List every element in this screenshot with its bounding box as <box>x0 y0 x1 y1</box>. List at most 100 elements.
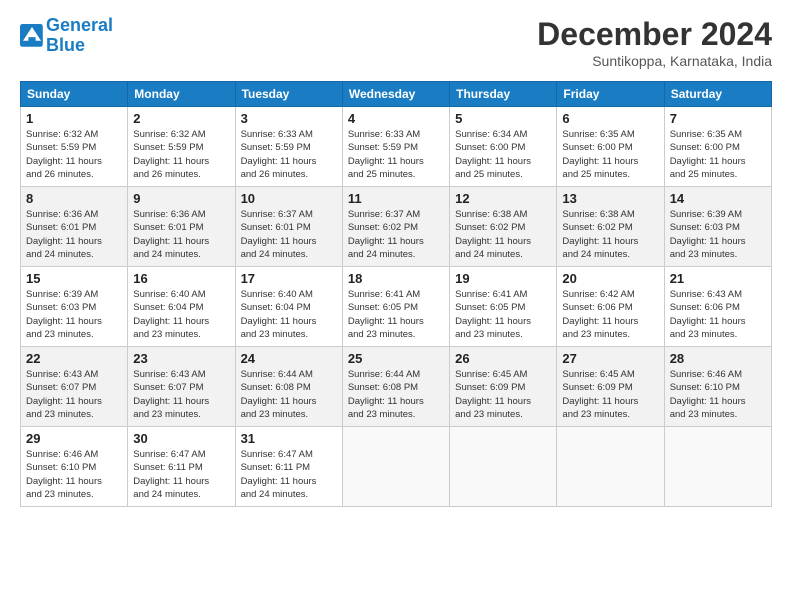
day-number: 16 <box>133 271 229 286</box>
day-info: Sunrise: 6:38 AMSunset: 6:02 PMDaylight:… <box>455 208 551 261</box>
day-info: Sunrise: 6:44 AMSunset: 6:08 PMDaylight:… <box>241 368 337 421</box>
calendar-cell: 17 Sunrise: 6:40 AMSunset: 6:04 PMDayligh… <box>235 267 342 347</box>
calendar-week-row: 29Sunrise: 6:46 AMSunset: 6:10 PMDayligh… <box>21 427 772 507</box>
day-info: Sunrise: 6:45 AMSunset: 6:09 PMDaylight:… <box>455 368 551 421</box>
day-info: Sunrise: 6:44 AMSunset: 6:08 PMDaylight:… <box>348 368 444 421</box>
calendar-cell: 1Sunrise: 6:32 AMSunset: 5:59 PMDaylight… <box>21 107 128 187</box>
calendar-cell: 5 Sunrise: 6:34 AMSunset: 6:00 PMDaylight… <box>450 107 557 187</box>
day-number: 27 <box>562 351 658 366</box>
day-number: 3 <box>241 111 337 126</box>
logo-blue: Blue <box>46 35 85 55</box>
calendar-cell: 30 Sunrise: 6:47 AMSunset: 6:11 PMDayligh… <box>128 427 235 507</box>
day-info: Sunrise: 6:40 AMSunset: 6:04 PMDaylight:… <box>241 288 337 341</box>
calendar-table: SundayMondayTuesdayWednesdayThursdayFrid… <box>20 81 772 507</box>
calendar-cell: 12 Sunrise: 6:38 AMSunset: 6:02 PMDayligh… <box>450 187 557 267</box>
calendar-cell: 23Sunrise: 6:43 AMSunset: 6:07 PMDayligh… <box>128 347 235 427</box>
calendar-header-row: SundayMondayTuesdayWednesdayThursdayFrid… <box>21 82 772 107</box>
calendar-cell: 31 Sunrise: 6:47 AMSunset: 6:11 PMDayligh… <box>235 427 342 507</box>
day-number: 15 <box>26 271 122 286</box>
day-info: Sunrise: 6:43 AMSunset: 6:07 PMDaylight:… <box>133 368 229 421</box>
calendar-cell: 13Sunrise: 6:38 AMSunset: 6:02 PMDayligh… <box>557 187 664 267</box>
calendar-cell: 3 Sunrise: 6:33 AMSunset: 5:59 PMDaylight… <box>235 107 342 187</box>
day-number: 17 <box>241 271 337 286</box>
weekday-header: Friday <box>557 82 664 107</box>
weekday-header: Monday <box>128 82 235 107</box>
calendar-cell: 19 Sunrise: 6:41 AMSunset: 6:05 PMDayligh… <box>450 267 557 347</box>
calendar-cell: 29Sunrise: 6:46 AMSunset: 6:10 PMDayligh… <box>21 427 128 507</box>
day-info: Sunrise: 6:46 AMSunset: 6:10 PMDaylight:… <box>670 368 766 421</box>
logo-icon <box>20 24 44 48</box>
calendar-cell: 26Sunrise: 6:45 AMSunset: 6:09 PMDayligh… <box>450 347 557 427</box>
month-title: December 2024 <box>537 16 772 53</box>
calendar-cell: 21 Sunrise: 6:43 AMSunset: 6:06 PMDayligh… <box>664 267 771 347</box>
day-number: 11 <box>348 191 444 206</box>
calendar-cell: 25Sunrise: 6:44 AMSunset: 6:08 PMDayligh… <box>342 347 449 427</box>
logo-text: General Blue <box>46 16 113 56</box>
day-number: 14 <box>670 191 766 206</box>
day-number: 20 <box>562 271 658 286</box>
day-number: 30 <box>133 431 229 446</box>
day-info: Sunrise: 6:43 AMSunset: 6:06 PMDaylight:… <box>670 288 766 341</box>
day-info: Sunrise: 6:33 AMSunset: 5:59 PMDaylight:… <box>241 128 337 181</box>
day-number: 2 <box>133 111 229 126</box>
calendar-cell: 20 Sunrise: 6:42 AMSunset: 6:06 PMDayligh… <box>557 267 664 347</box>
day-info: Sunrise: 6:33 AMSunset: 5:59 PMDaylight:… <box>348 128 444 181</box>
calendar-cell: 10Sunrise: 6:37 AMSunset: 6:01 PMDayligh… <box>235 187 342 267</box>
day-number: 21 <box>670 271 766 286</box>
day-info: Sunrise: 6:34 AMSunset: 6:00 PMDaylight:… <box>455 128 551 181</box>
calendar-cell: 18 Sunrise: 6:41 AMSunset: 6:05 PMDayligh… <box>342 267 449 347</box>
weekday-header: Tuesday <box>235 82 342 107</box>
calendar-cell: 24 Sunrise: 6:44 AMSunset: 6:08 PMDayligh… <box>235 347 342 427</box>
day-info: Sunrise: 6:38 AMSunset: 6:02 PMDaylight:… <box>562 208 658 261</box>
calendar-cell: 8Sunrise: 6:36 AMSunset: 6:01 PMDaylight… <box>21 187 128 267</box>
calendar-cell <box>450 427 557 507</box>
day-info: Sunrise: 6:42 AMSunset: 6:06 PMDaylight:… <box>562 288 658 341</box>
calendar-week-row: 8Sunrise: 6:36 AMSunset: 6:01 PMDaylight… <box>21 187 772 267</box>
day-number: 24 <box>241 351 337 366</box>
calendar-cell <box>664 427 771 507</box>
day-number: 28 <box>670 351 766 366</box>
calendar-cell <box>557 427 664 507</box>
day-number: 6 <box>562 111 658 126</box>
day-info: Sunrise: 6:41 AMSunset: 6:05 PMDaylight:… <box>348 288 444 341</box>
day-info: Sunrise: 6:35 AMSunset: 6:00 PMDaylight:… <box>670 128 766 181</box>
day-number: 7 <box>670 111 766 126</box>
day-number: 31 <box>241 431 337 446</box>
day-info: Sunrise: 6:36 AMSunset: 6:01 PMDaylight:… <box>26 208 122 261</box>
calendar-cell: 9Sunrise: 6:36 AMSunset: 6:01 PMDaylight… <box>128 187 235 267</box>
day-info: Sunrise: 6:47 AMSunset: 6:11 PMDaylight:… <box>241 448 337 501</box>
weekday-header: Thursday <box>450 82 557 107</box>
day-info: Sunrise: 6:32 AMSunset: 5:59 PMDaylight:… <box>133 128 229 181</box>
weekday-header: Saturday <box>664 82 771 107</box>
subtitle: Suntikoppa, Karnataka, India <box>537 53 772 69</box>
calendar-cell: 14 Sunrise: 6:39 AMSunset: 6:03 PMDayligh… <box>664 187 771 267</box>
calendar-cell: 7 Sunrise: 6:35 AMSunset: 6:00 PMDaylight… <box>664 107 771 187</box>
calendar-cell: 16Sunrise: 6:40 AMSunset: 6:04 PMDayligh… <box>128 267 235 347</box>
calendar-cell: 6 Sunrise: 6:35 AMSunset: 6:00 PMDaylight… <box>557 107 664 187</box>
title-block: December 2024 Suntikoppa, Karnataka, Ind… <box>537 16 772 69</box>
page: General Blue December 2024 Suntikoppa, K… <box>0 0 792 517</box>
logo-general: General <box>46 15 113 35</box>
logo: General Blue <box>20 16 113 56</box>
day-number: 12 <box>455 191 551 206</box>
day-number: 18 <box>348 271 444 286</box>
calendar-week-row: 1Sunrise: 6:32 AMSunset: 5:59 PMDaylight… <box>21 107 772 187</box>
calendar-cell: 11 Sunrise: 6:37 AMSunset: 6:02 PMDayligh… <box>342 187 449 267</box>
calendar-week-row: 22Sunrise: 6:43 AMSunset: 6:07 PMDayligh… <box>21 347 772 427</box>
day-info: Sunrise: 6:41 AMSunset: 6:05 PMDaylight:… <box>455 288 551 341</box>
day-info: Sunrise: 6:37 AMSunset: 6:02 PMDaylight:… <box>348 208 444 261</box>
day-number: 5 <box>455 111 551 126</box>
day-info: Sunrise: 6:35 AMSunset: 6:00 PMDaylight:… <box>562 128 658 181</box>
day-number: 4 <box>348 111 444 126</box>
day-info: Sunrise: 6:39 AMSunset: 6:03 PMDaylight:… <box>670 208 766 261</box>
day-info: Sunrise: 6:47 AMSunset: 6:11 PMDaylight:… <box>133 448 229 501</box>
header: General Blue December 2024 Suntikoppa, K… <box>20 16 772 69</box>
day-info: Sunrise: 6:46 AMSunset: 6:10 PMDaylight:… <box>26 448 122 501</box>
calendar-cell: 27 Sunrise: 6:45 AMSunset: 6:09 PMDayligh… <box>557 347 664 427</box>
day-info: Sunrise: 6:45 AMSunset: 6:09 PMDaylight:… <box>562 368 658 421</box>
calendar-cell <box>342 427 449 507</box>
day-number: 19 <box>455 271 551 286</box>
day-info: Sunrise: 6:43 AMSunset: 6:07 PMDaylight:… <box>26 368 122 421</box>
calendar-cell: 22Sunrise: 6:43 AMSunset: 6:07 PMDayligh… <box>21 347 128 427</box>
calendar-week-row: 15Sunrise: 6:39 AMSunset: 6:03 PMDayligh… <box>21 267 772 347</box>
